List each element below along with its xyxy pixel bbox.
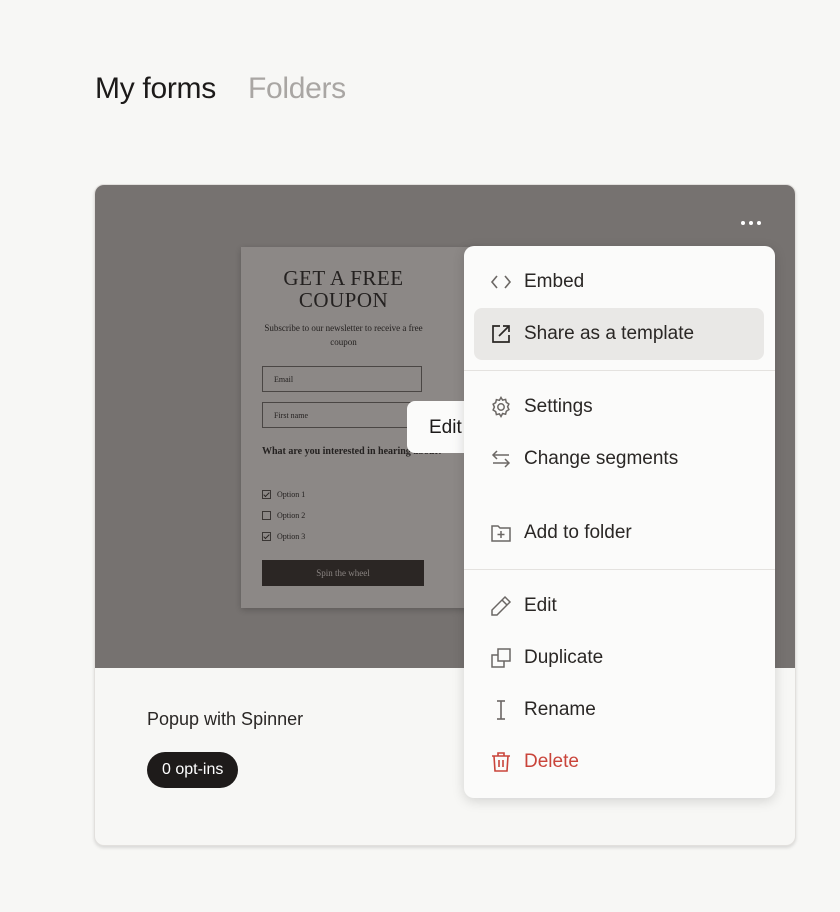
- checkbox-checked-icon: [262, 532, 271, 541]
- thumbnail-subtitle: Subscribe to our newsletter to receive a…: [264, 323, 423, 347]
- checkbox-checked-icon: [262, 490, 271, 499]
- thumbnail-title: GET A FREE COUPON: [283, 266, 404, 312]
- menu-item-change-segments[interactable]: Change segments: [474, 433, 764, 485]
- thumbnail-option: Option 3: [262, 532, 305, 541]
- tabs: My forms Folders: [95, 72, 346, 106]
- menu-divider: [464, 569, 775, 570]
- external-link-icon: [488, 321, 514, 347]
- text-cursor-icon: [488, 697, 514, 723]
- menu-item-share-as-template[interactable]: Share as a template: [474, 308, 764, 360]
- form-name: Popup with Spinner: [147, 709, 304, 729]
- swap-arrows-icon: [488, 446, 514, 472]
- more-horizontal-icon[interactable]: [735, 213, 767, 233]
- menu-item-settings[interactable]: Settings: [474, 381, 764, 433]
- thumbnail-submit-button: Spin the wheel: [262, 560, 424, 586]
- opt-ins-badge: 0 opt-ins: [147, 752, 239, 788]
- context-menu: Embed Share as a template Settings Chang…: [464, 246, 775, 798]
- gear-icon: [488, 394, 514, 420]
- menu-item-embed[interactable]: Embed: [474, 256, 764, 308]
- menu-divider: [464, 370, 775, 371]
- tab-folders[interactable]: Folders: [248, 72, 346, 106]
- menu-item-duplicate[interactable]: Duplicate: [474, 632, 764, 684]
- tab-my-forms[interactable]: My forms: [95, 72, 216, 106]
- menu-item-rename[interactable]: Rename: [474, 684, 764, 736]
- trash-icon: [488, 749, 514, 775]
- thumbnail-option: Option 2: [262, 511, 305, 520]
- folder-plus-icon: [488, 520, 514, 546]
- thumbnail-option: Option 1: [262, 490, 305, 499]
- thumbnail-email-field: Email: [262, 366, 422, 392]
- code-icon: [488, 269, 514, 295]
- menu-item-edit[interactable]: Edit: [474, 580, 764, 632]
- pencil-icon: [488, 593, 514, 619]
- menu-item-add-to-folder[interactable]: Add to folder: [474, 507, 764, 559]
- menu-item-delete[interactable]: Delete: [474, 736, 764, 788]
- thumbnail-firstname-field: First name: [262, 402, 422, 428]
- checkbox-icon: [262, 511, 271, 520]
- duplicate-icon: [488, 645, 514, 671]
